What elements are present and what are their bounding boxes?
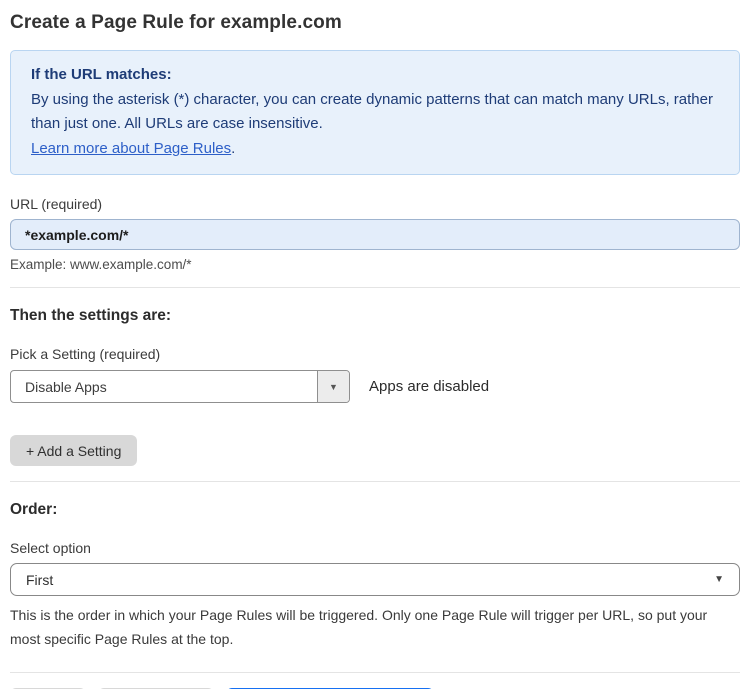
chevron-down-icon[interactable]: ▼	[317, 371, 349, 402]
order-select[interactable]: First ▼	[10, 563, 740, 596]
settings-heading: Then the settings are:	[10, 307, 172, 324]
url-field-label: URL (required)	[10, 196, 103, 212]
callout-body-text: By using the asterisk (*) character, you…	[31, 90, 713, 133]
link-period: .	[231, 139, 236, 157]
section-divider	[10, 481, 740, 482]
callout-heading: If the URL matches:	[31, 66, 172, 83]
setting-dropdown-value: Disable Apps	[25, 378, 107, 395]
setting-status-text: Apps are disabled	[369, 378, 490, 395]
url-example-text: Example: www.example.com/*	[10, 257, 192, 272]
chevron-down-icon: ▼	[714, 574, 724, 585]
url-match-info-callout: If the URL matches: By using the asteris…	[10, 50, 740, 175]
order-select-label: Select option	[10, 540, 91, 556]
callout-body: By using the asterisk (*) character, you…	[31, 88, 719, 137]
footer-divider	[10, 672, 740, 673]
learn-more-link[interactable]: Learn more about Page Rules	[31, 140, 231, 157]
order-select-value: First	[26, 571, 54, 588]
callout-link-line: Learn more about Page Rules.	[31, 137, 719, 162]
setting-row: Disable Apps ▼ Apps are disabled	[10, 370, 740, 403]
create-page-rule-form: Create a Page Rule for example.com If th…	[0, 0, 750, 689]
page-title: Create a Page Rule for example.com	[10, 12, 342, 33]
setting-dropdown[interactable]: Disable Apps ▼	[10, 370, 350, 403]
section-divider	[10, 287, 740, 288]
order-help-text: This is the order in which your Page Rul…	[10, 607, 708, 647]
order-heading: Order:	[10, 501, 58, 518]
add-setting-button[interactable]: + Add a Setting	[10, 435, 138, 466]
setting-picker-label: Pick a Setting (required)	[10, 346, 161, 362]
url-input[interactable]	[10, 219, 740, 250]
